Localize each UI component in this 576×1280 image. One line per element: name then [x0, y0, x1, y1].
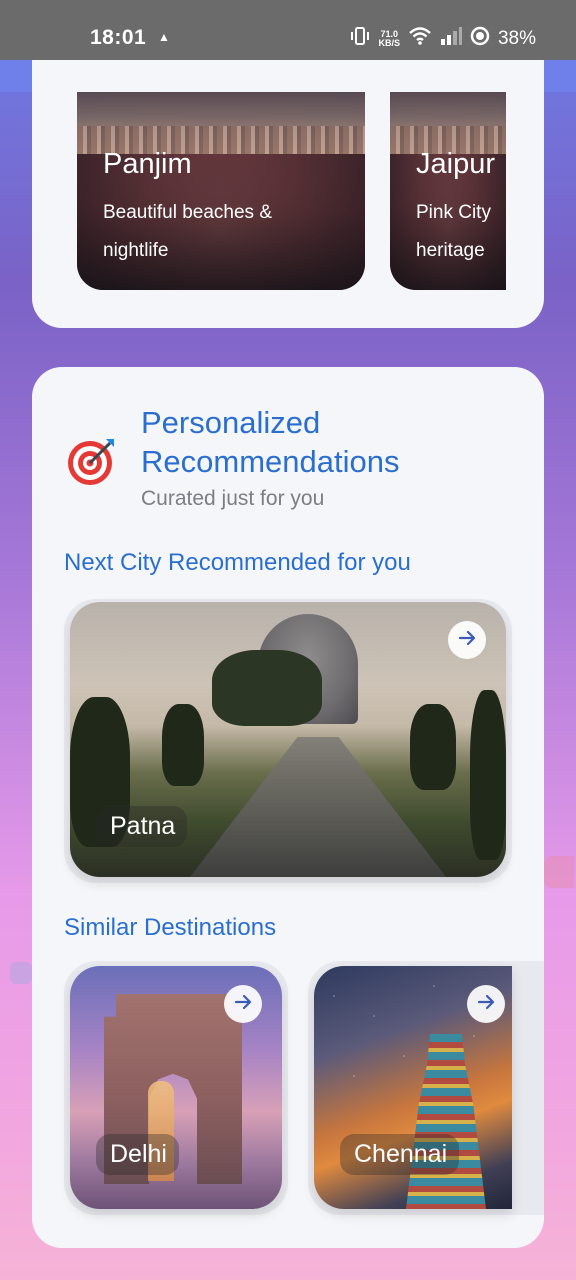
arrow-right-icon — [457, 628, 477, 653]
vibrate-icon — [350, 26, 370, 52]
city-image-tree — [470, 690, 506, 860]
battery-percent: 38% — [497, 28, 536, 49]
arrow-right-icon — [476, 992, 496, 1017]
next-city-heading: Next City Recommended for you — [64, 549, 411, 576]
city-name-label: Patna — [96, 806, 188, 847]
city-image-tree — [410, 704, 456, 790]
destination-title: Panjim — [103, 148, 192, 180]
recommendations-subtitle: Curated just for you — [141, 487, 325, 510]
status-bar: 18:01 ▲ 71.0 KB/S 38% — [0, 0, 576, 60]
open-city-button[interactable] — [467, 985, 505, 1023]
city-name-label: Chennai — [340, 1134, 460, 1175]
similar-card-delhi[interactable]: Delhi — [70, 966, 282, 1209]
destination-tile-jaipur[interactable]: Jaipur Pink City heritage — [390, 92, 506, 290]
signal-icon — [440, 27, 462, 51]
destination-image-skyline — [390, 92, 506, 154]
similar-destinations-heading: Similar Destinations — [64, 914, 277, 941]
open-city-button[interactable] — [448, 621, 486, 659]
city-image-tree — [162, 704, 204, 786]
arrow-right-icon — [233, 992, 253, 1017]
similar-card-chennai[interactable]: Chennai — [314, 966, 512, 1209]
destination-description: Pink City heritage — [416, 202, 491, 261]
battery-icon — [470, 26, 490, 52]
upload-indicator-icon: ▲ — [158, 30, 170, 44]
open-city-button[interactable] — [224, 985, 262, 1023]
destination-description: Beautiful beaches & nightlife — [103, 202, 273, 261]
network-speed: 71.0 KB/S — [378, 30, 400, 48]
wifi-icon — [408, 26, 432, 52]
target-icon — [66, 435, 118, 487]
destination-image-skyline — [77, 92, 365, 154]
network-speed-unit: KB/S — [378, 38, 400, 48]
floating-decoration — [10, 962, 32, 984]
destination-tile-panjim[interactable]: Panjim Beautiful beaches & nightlife — [77, 92, 365, 290]
status-time: 18:01 — [90, 26, 147, 49]
city-name-label: Delhi — [96, 1134, 179, 1175]
destination-title: Jaipur — [416, 148, 495, 180]
recommendations-title: Personalized Recommendations — [141, 405, 400, 479]
recommendations-card: Personalized Recommendations Curated jus… — [32, 367, 544, 1248]
city-image-tree — [212, 650, 322, 726]
status-icons: 71.0 KB/S 38% — [350, 26, 536, 52]
destinations-card: Panjim Beautiful beaches & nightlife Jai… — [32, 60, 544, 328]
next-city-card-patna[interactable]: Patna — [70, 602, 506, 877]
floating-bag-icon[interactable] — [544, 856, 574, 888]
